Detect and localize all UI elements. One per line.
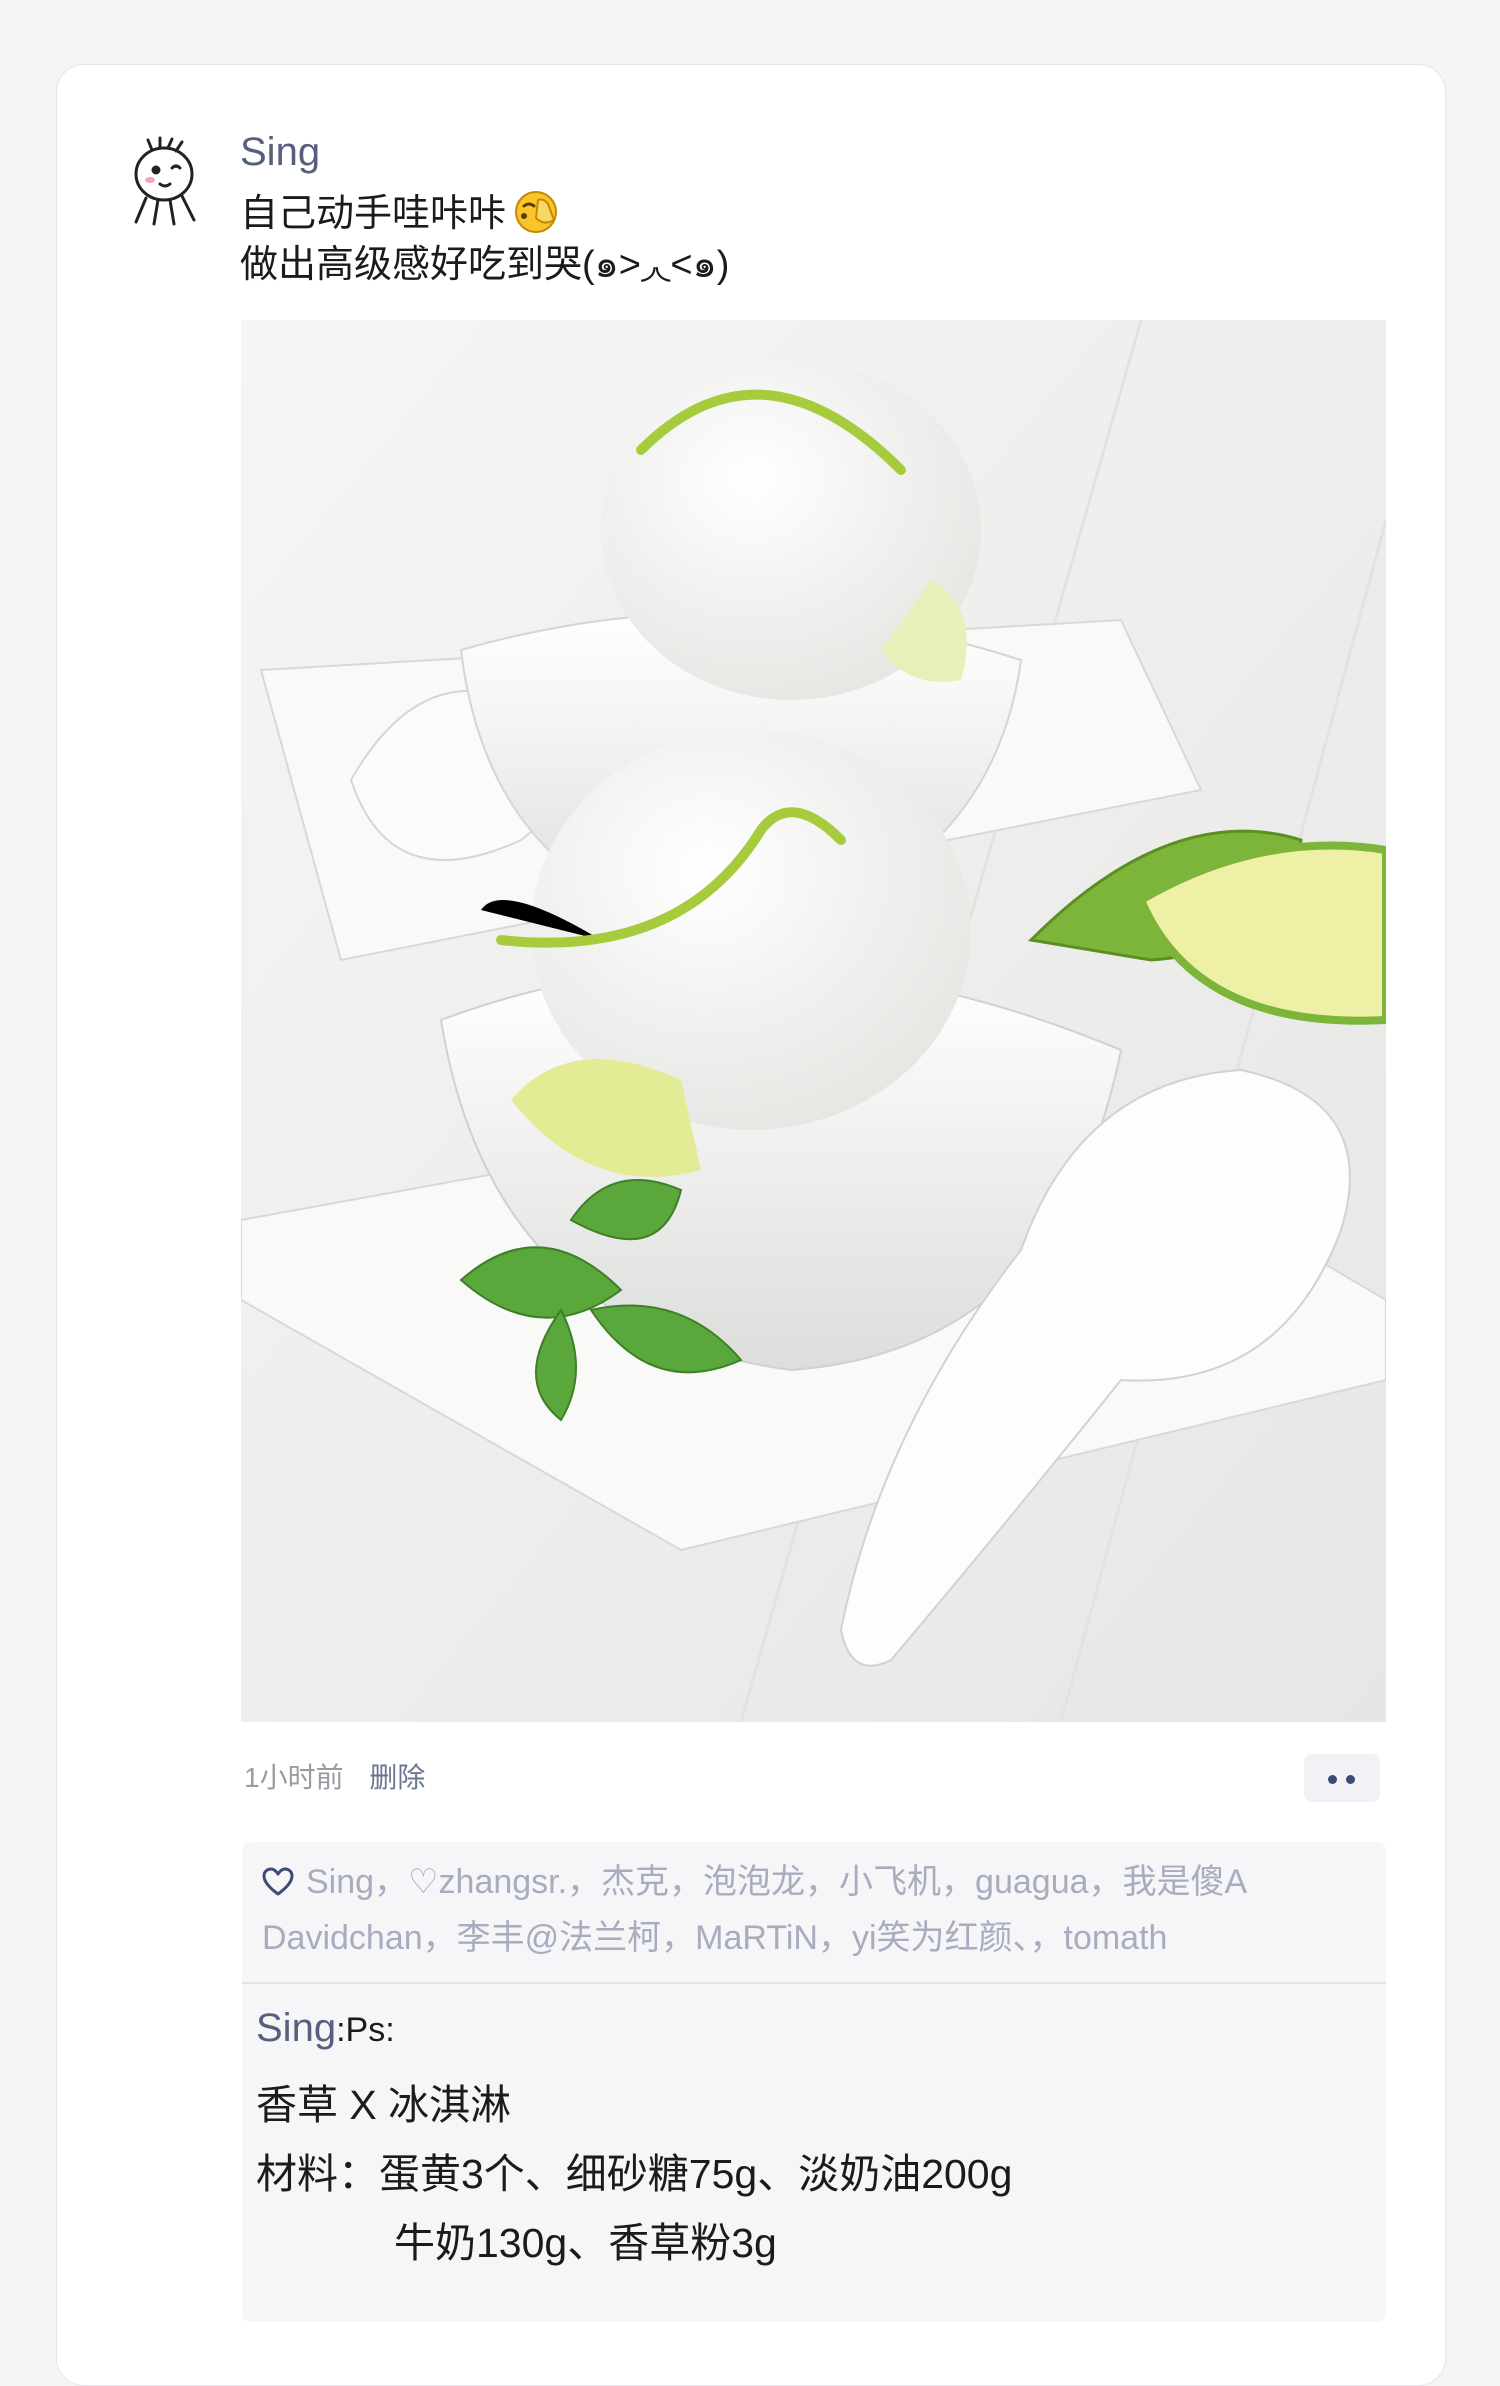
facepalm-emoji-icon [515,191,558,233]
avatar[interactable] [124,136,208,228]
post-text: 自己动手哇咔咔 [240,193,507,235]
comment-author[interactable]: Sing [256,2006,336,2050]
comment[interactable]: Sing:Ps: 香草 X 冰淇淋 材料：蛋黄3个、细砂糖75g、淡奶油200g… [256,2006,1366,2278]
comment-body: 香草 X 冰淇淋 材料：蛋黄3个、细砂糖75g、淡奶油200g 牛奶130g、香… [256,2071,1366,2278]
comment-separator: : [336,2011,346,2049]
post-text-line2: 做出高级感好吃到哭(๑>◞◟<๑) [240,244,730,286]
post-meta: 1小时前 删除 [244,1760,425,1796]
comment-line1: 香草 X 冰淇淋 [256,2082,512,2128]
post-photo-ice-cream[interactable] [241,320,1386,1722]
comment-line2: 材料：蛋黄3个、细砂糖75g、淡奶油200g [256,2151,1013,2197]
likes-list: Sing，♡zhangsr.，杰克，泡泡龙，小飞机，guagua，我是傻A Da… [262,1854,1362,1966]
delete-button[interactable]: 删除 [369,1762,425,1793]
more-options-button[interactable] [1304,1754,1380,1802]
more-dot-icon [1346,1775,1355,1784]
interaction-panel: Sing，♡zhangsr.，杰克，泡泡龙，小飞机，guagua，我是傻A Da… [242,1842,1386,2322]
likes-line2[interactable]: Davidchan，李丰@法兰柯，MaRTiN，yi笑为红颜、，tomath [262,1919,1167,1957]
likes-line1[interactable]: Sing，♡zhangsr.，杰克，泡泡龙，小飞机，guagua，我是傻A [306,1863,1247,1901]
comment-line3: 牛奶130g、香草粉3g [394,2220,777,2266]
post-text-line1: 自己动手哇咔咔 [240,184,562,239]
heart-icon [262,1867,294,1896]
divider [242,1982,1386,1984]
more-dot-icon [1328,1775,1337,1784]
comment-prefix: Ps: [345,2011,395,2049]
post-time: 1小时前 [244,1762,344,1793]
post-author[interactable]: Sing [240,128,320,176]
